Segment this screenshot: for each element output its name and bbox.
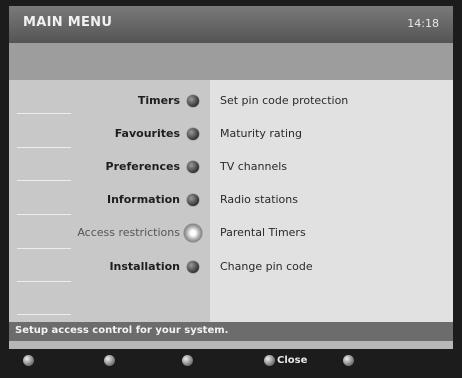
color-key-5-button[interactable] (343, 355, 354, 366)
menu-item-preferences[interactable]: Preferences (106, 160, 180, 173)
menu-item-information[interactable]: Information (107, 193, 180, 206)
divider (17, 314, 71, 315)
submenu-item-maturity-rating[interactable]: Maturity rating (220, 127, 302, 140)
close-label[interactable]: Close (277, 355, 307, 366)
tv-menu-screen: MAIN MENU 14:18 Timers Favourites Prefer… (9, 6, 453, 349)
divider (17, 248, 71, 249)
clock: 14:18 (407, 17, 439, 30)
header-bar: MAIN MENU 14:18 (9, 6, 453, 43)
navigation-cursor-icon (184, 224, 202, 242)
menu-item-access-restrictions[interactable]: Access restrictions (77, 226, 180, 239)
close-key-button[interactable] (264, 355, 275, 366)
main-menu-panel: Timers Favourites Preferences Informatio… (9, 80, 210, 322)
submenu-item-radio-stations[interactable]: Radio stations (220, 193, 298, 206)
divider (17, 113, 71, 114)
menu-item-timers[interactable]: Timers (138, 94, 180, 107)
menu-item-installation[interactable]: Installation (109, 260, 180, 273)
divider (17, 214, 71, 215)
status-text: Setup access control for your system. (15, 325, 229, 336)
divider (17, 281, 71, 282)
right-arrow-icon (187, 161, 199, 173)
color-key-1-button[interactable] (23, 355, 34, 366)
divider (17, 147, 71, 148)
right-arrow-icon (187, 194, 199, 206)
menu-item-favourites[interactable]: Favourites (115, 127, 180, 140)
status-bar: Setup access control for your system. (9, 322, 453, 341)
submenu-item-tv-channels[interactable]: TV channels (220, 160, 287, 173)
submenu-panel: Set pin code protection Maturity rating … (210, 80, 453, 322)
color-key-3-button[interactable] (182, 355, 193, 366)
divider (17, 180, 71, 181)
menu-title: MAIN MENU (23, 15, 113, 30)
header-band (9, 43, 453, 80)
color-key-bar: Close (0, 349, 462, 378)
right-arrow-icon (187, 95, 199, 107)
submenu-item-parental-timers[interactable]: Parental Timers (220, 226, 306, 239)
right-arrow-icon (187, 128, 199, 140)
right-arrow-icon (187, 261, 199, 273)
color-key-2-button[interactable] (104, 355, 115, 366)
submenu-item-set-pin-code-protection[interactable]: Set pin code protection (220, 94, 348, 107)
submenu-item-change-pin-code[interactable]: Change pin code (220, 260, 313, 273)
